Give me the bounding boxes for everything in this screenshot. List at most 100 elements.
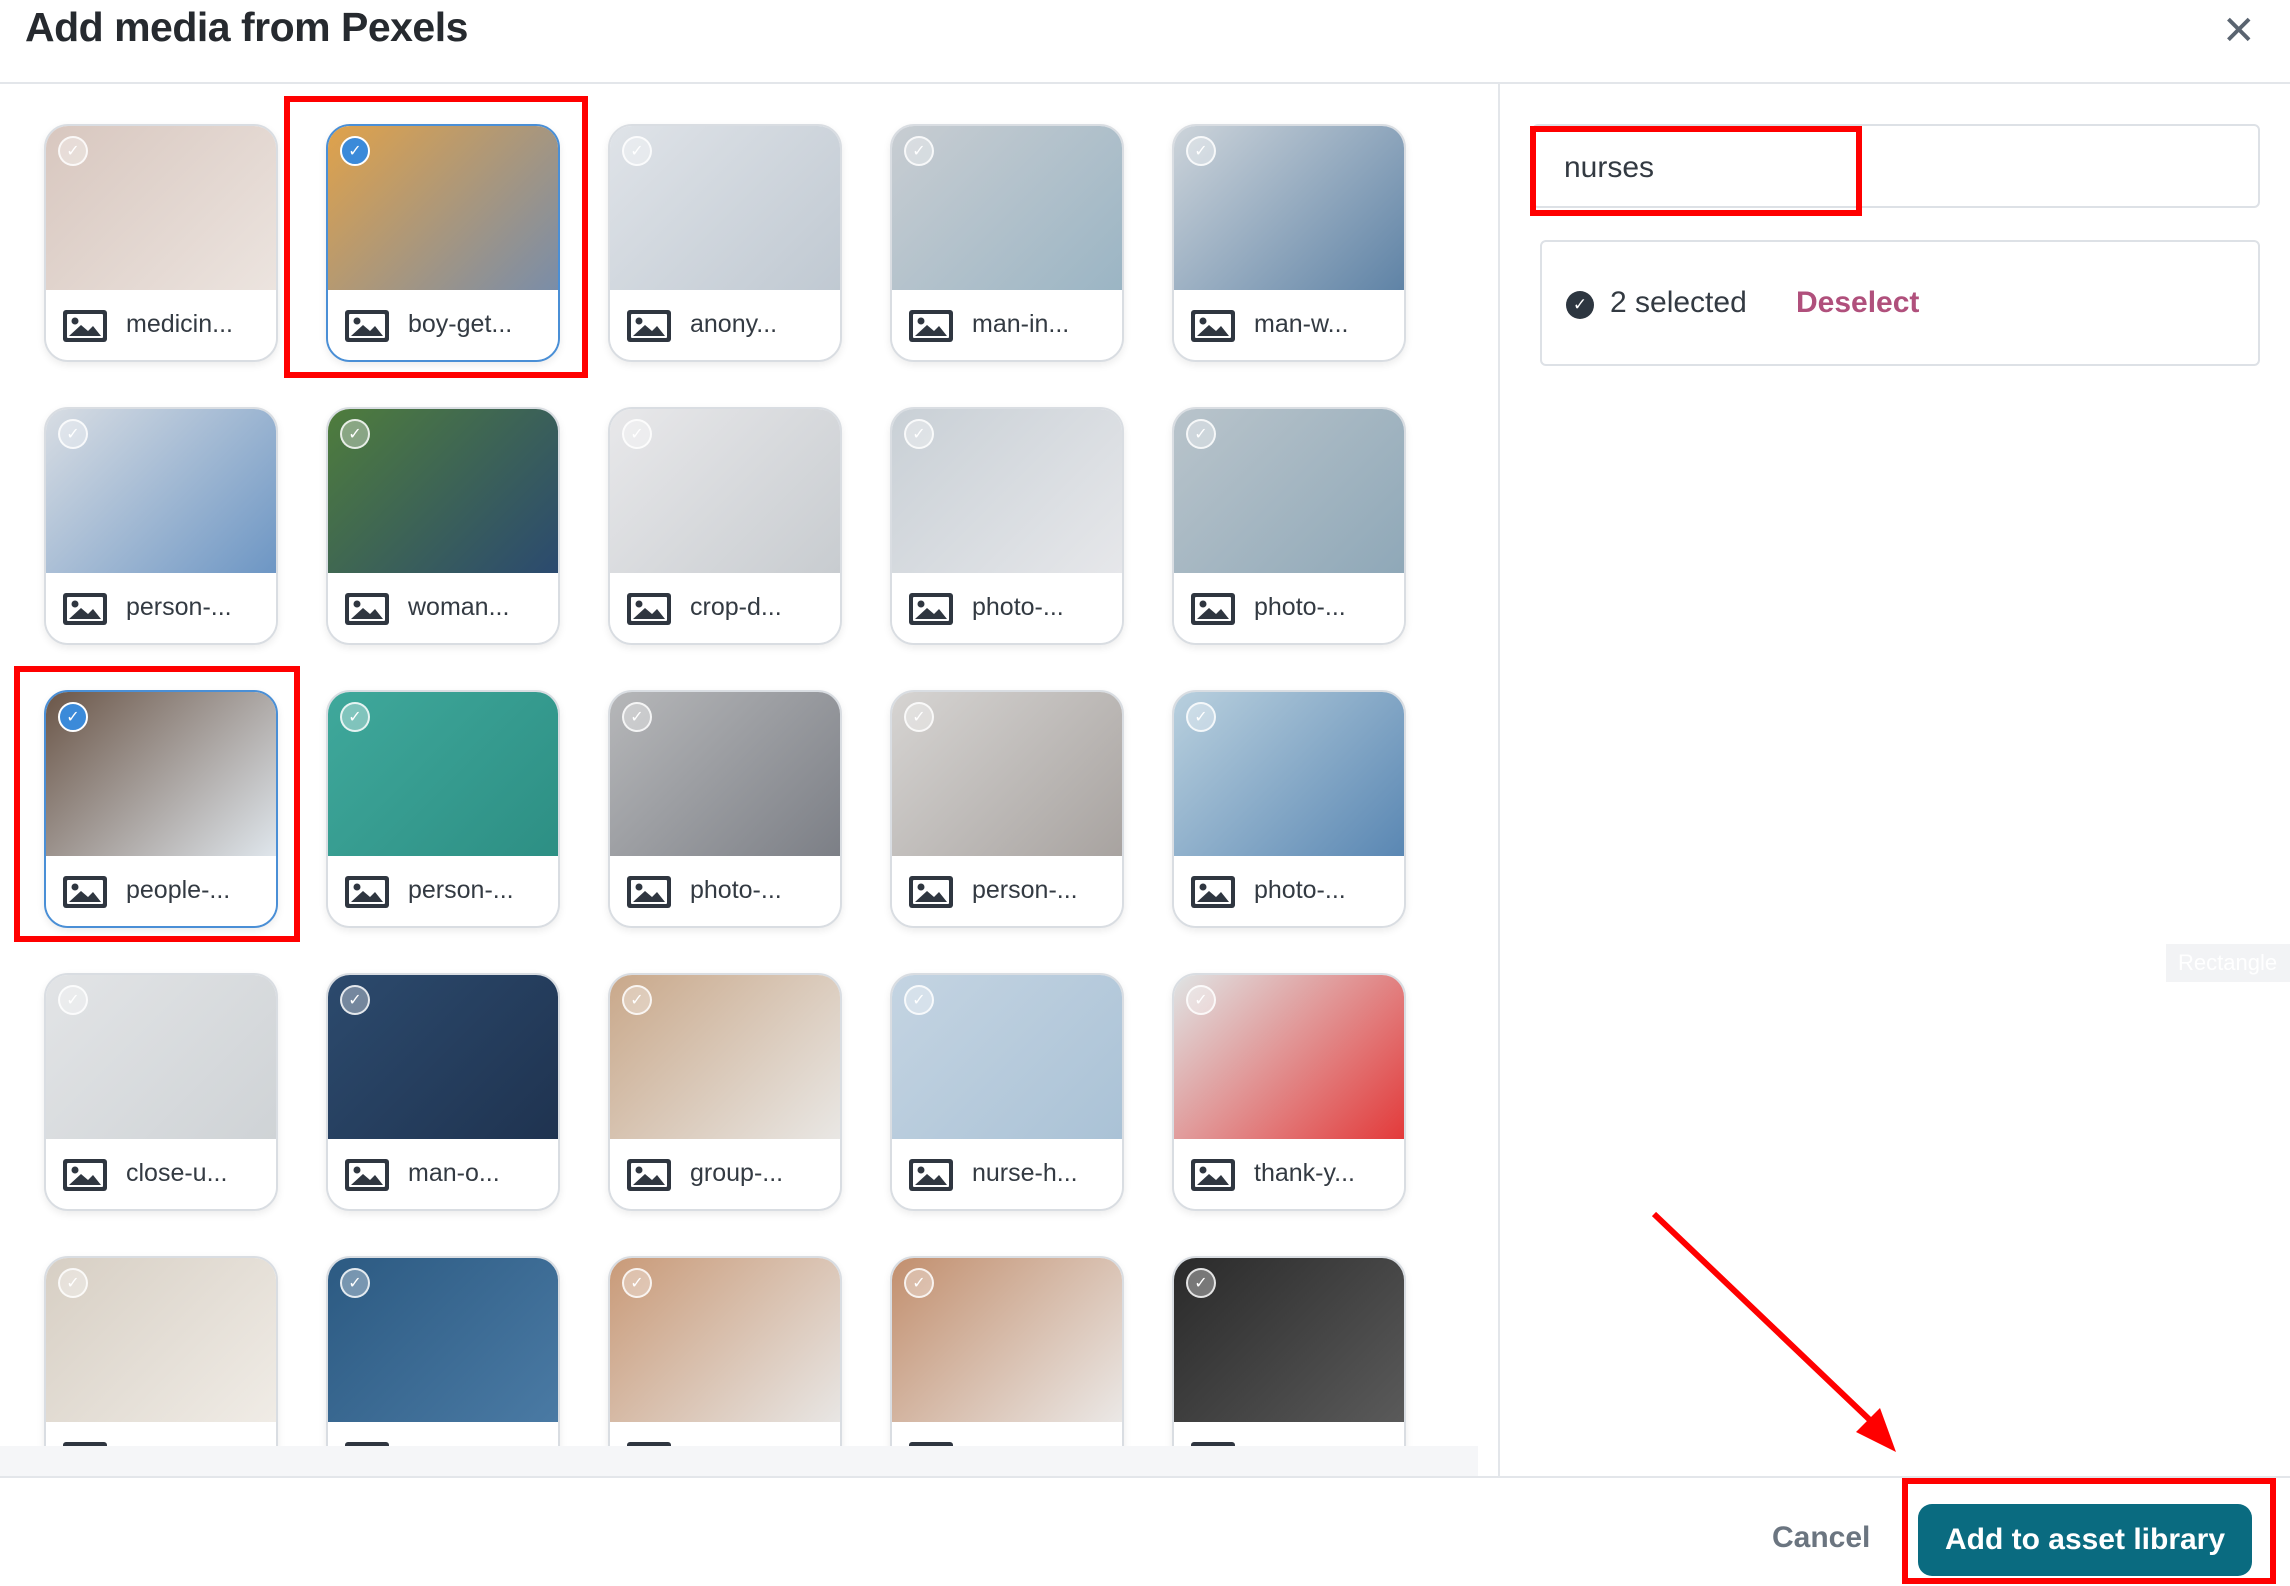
select-checkbox-icon[interactable]: ✓ — [58, 1268, 88, 1298]
image-icon — [1191, 1159, 1235, 1191]
media-card[interactable]: ✓ group-... — [608, 973, 842, 1211]
media-card[interactable]: ✓ person-... — [890, 690, 1124, 928]
media-card-footer: woman... — [328, 573, 558, 643]
select-checkbox-icon[interactable]: ✓ — [340, 419, 370, 449]
select-checkbox-icon[interactable]: ✓ — [904, 136, 934, 166]
image-icon — [1191, 310, 1235, 342]
media-card-footer — [1174, 1422, 1404, 1446]
media-card-footer: crop-d... — [610, 573, 840, 643]
media-label: person-... — [126, 593, 232, 621]
media-card[interactable]: ✓ photo-... — [1172, 407, 1406, 645]
media-card-footer — [610, 1422, 840, 1446]
deselect-button[interactable]: Deselect — [1796, 286, 1919, 320]
select-checkbox-icon[interactable]: ✓ — [622, 702, 652, 732]
media-card-footer — [328, 1422, 558, 1446]
select-checkbox-icon[interactable]: ✓ — [904, 419, 934, 449]
select-checkbox-icon[interactable]: ✓ — [622, 136, 652, 166]
media-label: group-... — [690, 1159, 784, 1187]
select-checkbox-icon[interactable]: ✓ — [622, 419, 652, 449]
image-icon — [63, 593, 107, 625]
media-label: people-... — [126, 876, 231, 904]
media-label: photo-... — [690, 876, 782, 904]
media-card[interactable]: ✓ woman... — [326, 407, 560, 645]
search-field[interactable] — [1532, 124, 2260, 208]
cancel-button[interactable]: Cancel — [1772, 1521, 1870, 1555]
image-icon — [627, 310, 671, 342]
media-card[interactable]: ✓ close-u... — [44, 973, 278, 1211]
media-card-footer: thank-y... — [1174, 1139, 1404, 1209]
media-card[interactable]: ✓ man-o... — [326, 973, 560, 1211]
media-card-footer: nurse-h... — [892, 1139, 1122, 1209]
media-card[interactable]: ✓ man-in... — [890, 124, 1124, 362]
selection-summary: ✓ 2 selected Deselect — [1540, 240, 2260, 366]
media-card[interactable]: ✓ — [326, 1256, 560, 1446]
media-card-footer: photo-... — [1174, 856, 1404, 926]
media-card-footer: close-u... — [46, 1139, 276, 1209]
image-icon — [345, 876, 389, 908]
media-grid[interactable]: ✓ medicin... ✓ boy-get... ✓ anony... ✓ man-in..… — [0, 84, 1478, 1446]
media-card[interactable]: ✓ boy-get... — [326, 124, 560, 362]
add-to-asset-library-button[interactable]: Add to asset library — [1918, 1504, 2252, 1576]
media-card[interactable]: ✓ medicin... — [44, 124, 278, 362]
select-checkbox-icon[interactable]: ✓ — [904, 985, 934, 1015]
media-card-footer: boy-get... — [328, 290, 558, 360]
select-checkbox-icon[interactable]: ✓ — [904, 1268, 934, 1298]
media-label: close-u... — [126, 1159, 228, 1187]
select-checkbox-icon[interactable]: ✓ — [1186, 136, 1216, 166]
media-card[interactable]: ✓ person-... — [44, 407, 278, 645]
media-card[interactable]: ✓ people-... — [44, 690, 278, 928]
image-icon — [627, 593, 671, 625]
image-icon — [627, 876, 671, 908]
image-icon — [909, 1159, 953, 1191]
media-card[interactable]: ✓ photo-... — [608, 690, 842, 928]
media-card[interactable]: ✓ photo-... — [890, 407, 1124, 645]
select-checkbox-icon[interactable]: ✓ — [340, 702, 370, 732]
media-label: anony... — [690, 310, 778, 338]
media-card[interactable]: ✓ anony... — [608, 124, 842, 362]
select-checkbox-icon[interactable]: ✓ — [340, 136, 370, 166]
select-checkbox-icon[interactable]: ✓ — [58, 985, 88, 1015]
select-checkbox-icon[interactable]: ✓ — [58, 136, 88, 166]
grid-scroll-track — [0, 1446, 1478, 1476]
media-label: man-o... — [408, 1159, 500, 1187]
select-checkbox-icon[interactable]: ✓ — [58, 702, 88, 732]
select-checkbox-icon[interactable]: ✓ — [58, 419, 88, 449]
media-card-footer: photo-... — [1174, 573, 1404, 643]
image-icon — [909, 593, 953, 625]
select-checkbox-icon[interactable]: ✓ — [904, 702, 934, 732]
media-card[interactable]: ✓ thank-y... — [1172, 973, 1406, 1211]
select-checkbox-icon[interactable]: ✓ — [1186, 985, 1216, 1015]
media-label: photo-... — [1254, 876, 1346, 904]
media-card-footer: man-in... — [892, 290, 1122, 360]
select-checkbox-icon[interactable]: ✓ — [1186, 419, 1216, 449]
image-icon — [63, 310, 107, 342]
media-card[interactable]: ✓ crop-d... — [608, 407, 842, 645]
select-checkbox-icon[interactable]: ✓ — [1186, 1268, 1216, 1298]
media-card-footer: person-... — [892, 856, 1122, 926]
check-circle-icon: ✓ — [1566, 291, 1594, 319]
media-label: thank-y... — [1254, 1159, 1355, 1187]
media-card[interactable]: ✓ photo-... — [1172, 690, 1406, 928]
media-card[interactable]: ✓ person-... — [326, 690, 560, 928]
search-input[interactable] — [1562, 142, 2226, 194]
media-card[interactable]: ✓ — [44, 1256, 278, 1446]
media-card[interactable]: ✓ — [608, 1256, 842, 1446]
image-icon — [909, 310, 953, 342]
close-icon[interactable]: ✕ — [2222, 8, 2256, 54]
media-card[interactable]: ✓ — [890, 1256, 1124, 1446]
media-card-footer — [892, 1422, 1122, 1446]
media-label: crop-d... — [690, 593, 782, 621]
media-card-footer: medicin... — [46, 290, 276, 360]
media-card-footer: anony... — [610, 290, 840, 360]
select-checkbox-icon[interactable]: ✓ — [1186, 702, 1216, 732]
select-checkbox-icon[interactable]: ✓ — [340, 1268, 370, 1298]
select-checkbox-icon[interactable]: ✓ — [622, 1268, 652, 1298]
select-checkbox-icon[interactable]: ✓ — [622, 985, 652, 1015]
media-card[interactable]: ✓ nurse-h... — [890, 973, 1124, 1211]
media-card[interactable]: ✓ — [1172, 1256, 1406, 1446]
media-card[interactable]: ✓ man-w... — [1172, 124, 1406, 362]
tooltip: Rectangle — [2166, 944, 2290, 982]
media-label: photo-... — [972, 593, 1064, 621]
select-checkbox-icon[interactable]: ✓ — [340, 985, 370, 1015]
image-icon — [63, 876, 107, 908]
